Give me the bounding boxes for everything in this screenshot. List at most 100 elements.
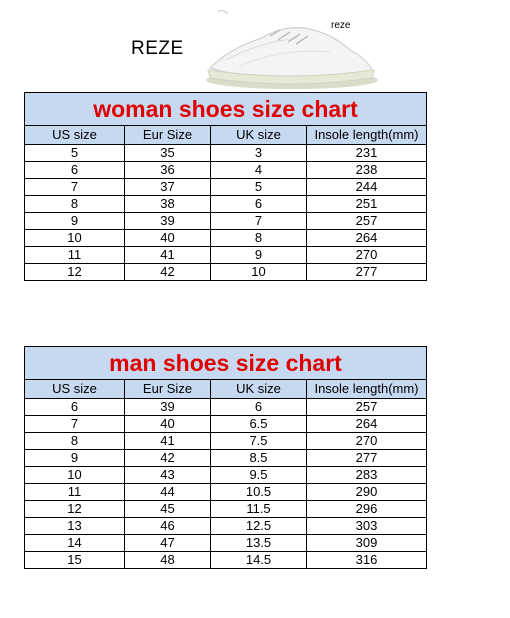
table-cell: 8 <box>210 229 307 247</box>
table-row: 6 39 6 257 <box>24 398 427 416</box>
table-cell: 13.5 <box>210 534 307 552</box>
table-cell: 4 <box>210 161 307 179</box>
table-cell: 38 <box>124 195 211 213</box>
table-cell: 6 <box>24 161 125 179</box>
table-cell: 244 <box>306 178 427 196</box>
table-cell: 7 <box>210 212 307 230</box>
table-row: 11 41 9 270 <box>24 246 427 264</box>
table-cell: 9 <box>24 449 125 467</box>
table-cell: 9.5 <box>210 466 307 484</box>
table-cell: 277 <box>306 263 427 281</box>
table-row: 11 44 10.5 290 <box>24 483 427 501</box>
woman-table-title: woman shoes size chart <box>24 92 427 126</box>
table-cell: 316 <box>306 551 427 569</box>
table-cell: 41 <box>124 246 211 264</box>
table-row: 7 37 5 244 <box>24 178 427 196</box>
table-cell: 7 <box>24 415 125 433</box>
column-header: Eur Size <box>124 125 211 145</box>
table-row: 12 42 10 277 <box>24 263 427 281</box>
brand-name: REZE <box>131 38 184 59</box>
table-cell: 12.5 <box>210 517 307 535</box>
table-cell: 48 <box>124 551 211 569</box>
table-row: 8 41 7.5 270 <box>24 432 427 450</box>
table-row: 15 48 14.5 316 <box>24 551 427 569</box>
table-cell: 36 <box>124 161 211 179</box>
table-cell: 303 <box>306 517 427 535</box>
table-row: 6 36 4 238 <box>24 161 427 179</box>
column-header: Insole length(mm) <box>306 379 427 399</box>
table-row: 14 47 13.5 309 <box>24 534 427 552</box>
table-cell: 309 <box>306 534 427 552</box>
table-cell: 251 <box>306 195 427 213</box>
column-header: UK size <box>210 379 307 399</box>
table-cell: 39 <box>124 212 211 230</box>
table-cell: 42 <box>124 263 211 281</box>
sneaker-image <box>206 9 378 89</box>
table-cell: 264 <box>306 229 427 247</box>
table-row: 10 43 9.5 283 <box>24 466 427 484</box>
table-cell: 43 <box>124 466 211 484</box>
table-cell: 46 <box>124 517 211 535</box>
table-cell: 270 <box>306 246 427 264</box>
table-cell: 231 <box>306 144 427 162</box>
column-header: US size <box>24 379 125 399</box>
table-cell: 5 <box>210 178 307 196</box>
table-cell: 3 <box>210 144 307 162</box>
table-cell: 15 <box>24 551 125 569</box>
table-cell: 14 <box>24 534 125 552</box>
table-cell: 257 <box>306 212 427 230</box>
table-cell: 6 <box>24 398 125 416</box>
woman-size-table: woman shoes size chart US size Eur Size … <box>24 92 427 281</box>
table-row: 12 45 11.5 296 <box>24 500 427 518</box>
table-cell: 44 <box>124 483 211 501</box>
table-cell: 10 <box>210 263 307 281</box>
table-cell: 14.5 <box>210 551 307 569</box>
column-header: US size <box>24 125 125 145</box>
table-cell: 12 <box>24 263 125 281</box>
table-cell: 9 <box>210 246 307 264</box>
table-cell: 40 <box>124 415 211 433</box>
table-cell: 270 <box>306 432 427 450</box>
table-cell: 13 <box>24 517 125 535</box>
table-row: 10 40 8 264 <box>24 229 427 247</box>
shoe-label: reze <box>331 20 351 31</box>
man-table-title: man shoes size chart <box>24 346 427 380</box>
table-cell: 9 <box>24 212 125 230</box>
table-cell: 47 <box>124 534 211 552</box>
table-row: 5 35 3 231 <box>24 144 427 162</box>
table-cell: 8 <box>24 195 125 213</box>
table-cell: 283 <box>306 466 427 484</box>
table-cell: 8.5 <box>210 449 307 467</box>
table-cell: 296 <box>306 500 427 518</box>
table-cell: 264 <box>306 415 427 433</box>
table-cell: 40 <box>124 229 211 247</box>
table-cell: 238 <box>306 161 427 179</box>
table-cell: 6 <box>210 398 307 416</box>
table-cell: 10 <box>24 229 125 247</box>
table-cell: 11.5 <box>210 500 307 518</box>
table-row: 13 46 12.5 303 <box>24 517 427 535</box>
table-cell: 7.5 <box>210 432 307 450</box>
table-cell: 45 <box>124 500 211 518</box>
table-cell: 41 <box>124 432 211 450</box>
table-cell: 12 <box>24 500 125 518</box>
table-cell: 10 <box>24 466 125 484</box>
table-cell: 39 <box>124 398 211 416</box>
table-cell: 11 <box>24 246 125 264</box>
table-row: 7 40 6.5 264 <box>24 415 427 433</box>
column-header: Eur Size <box>124 379 211 399</box>
table-cell: 257 <box>306 398 427 416</box>
table-cell: 6 <box>210 195 307 213</box>
column-header: Insole length(mm) <box>306 125 427 145</box>
table-cell: 8 <box>24 432 125 450</box>
table-cell: 37 <box>124 178 211 196</box>
man-size-table: man shoes size chart US size Eur Size UK… <box>24 346 427 569</box>
table-cell: 42 <box>124 449 211 467</box>
table-row: 8 38 6 251 <box>24 195 427 213</box>
table-cell: 6.5 <box>210 415 307 433</box>
table-row: 9 42 8.5 277 <box>24 449 427 467</box>
table-cell: 5 <box>24 144 125 162</box>
table-cell: 7 <box>24 178 125 196</box>
table-cell: 35 <box>124 144 211 162</box>
table-cell: 11 <box>24 483 125 501</box>
